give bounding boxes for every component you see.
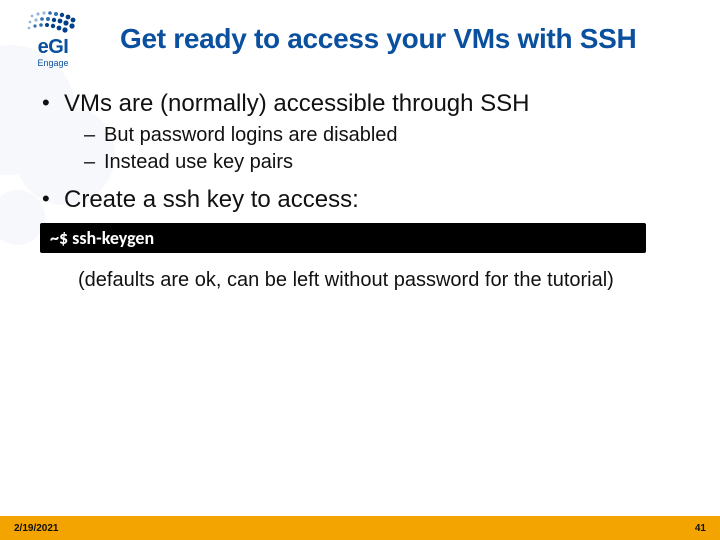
egi-logo: eGI Engage (14, 10, 92, 68)
bullet-text: VMs are (normally) accessible through SS… (64, 90, 530, 117)
slide-header: eGI Engage Get ready to access your VMs … (0, 0, 720, 72)
footer-page-number: 41 (695, 523, 706, 534)
logo-subtext: Engage (37, 58, 68, 68)
slide-title: Get ready to access your VMs with SSH (120, 23, 696, 55)
sub-bullet-item: Instead use key pairs (64, 149, 680, 176)
bullet-item: VMs are (normally) accessible through SS… (40, 88, 680, 176)
sub-bullet-item: But password logins are disabled (64, 122, 680, 149)
slide-content: VMs are (normally) accessible through SS… (0, 72, 720, 294)
note-text: (defaults are ok, can be left without pa… (40, 267, 680, 294)
footer-date: 2/19/2021 (14, 523, 59, 534)
slide-footer: 2/19/2021 41 (0, 516, 720, 540)
terminal-command: ~$ ssh-keygen (40, 223, 646, 253)
logo-dots-icon (24, 10, 82, 38)
bullet-item: Create a ssh key to access: (40, 184, 680, 216)
logo-text: eGI (38, 37, 69, 57)
